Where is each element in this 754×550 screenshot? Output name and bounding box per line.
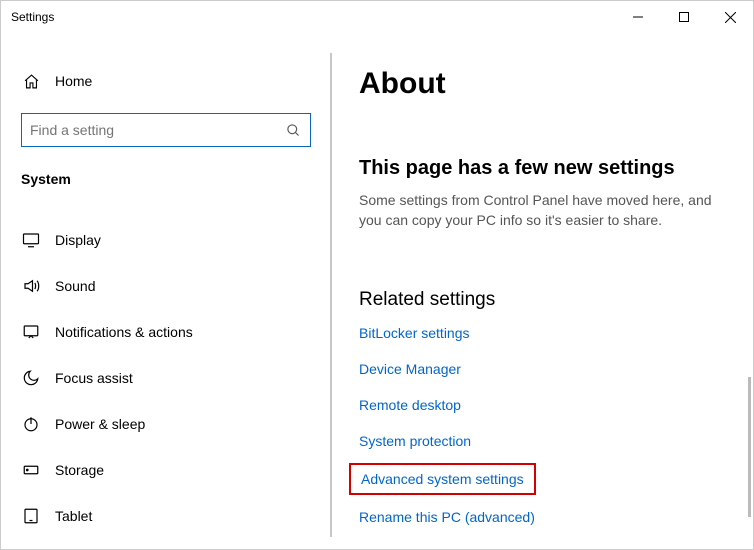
sidebar-item-focus-assist[interactable]: Focus assist (21, 355, 311, 401)
search-input-container[interactable] (21, 113, 311, 147)
search-icon (284, 123, 302, 138)
link-system-protection[interactable]: System protection (359, 433, 471, 449)
window-body: Home System Display (1, 33, 753, 549)
sidebar-item-label: Storage (55, 462, 104, 478)
related-settings-heading: Related settings (359, 289, 725, 311)
sound-icon (21, 277, 41, 295)
settings-window: Settings Home Syste (0, 0, 754, 550)
sidebar-item-label: Notifications & actions (55, 324, 193, 340)
display-icon (21, 231, 41, 249)
home-icon (21, 73, 41, 90)
storage-icon (21, 461, 41, 479)
close-icon (725, 12, 736, 23)
sidebar-item-label: Focus assist (55, 370, 133, 386)
sidebar: Home System Display (1, 33, 331, 549)
sidebar-item-storage[interactable]: Storage (21, 447, 311, 493)
tablet-icon (21, 507, 41, 525)
sidebar-nav: Display Sound Notifications & actions (21, 217, 311, 539)
link-advanced-system-settings[interactable]: Advanced system settings (349, 463, 536, 495)
minimize-button[interactable] (615, 1, 661, 33)
focus-assist-icon (21, 369, 41, 387)
link-remote-desktop[interactable]: Remote desktop (359, 397, 461, 413)
link-bitlocker-settings[interactable]: BitLocker settings (359, 325, 470, 341)
power-icon (21, 415, 41, 433)
sidebar-item-power-sleep[interactable]: Power & sleep (21, 401, 311, 447)
sub-description: Some settings from Control Panel have mo… (359, 190, 725, 231)
sidebar-item-tablet[interactable]: Tablet (21, 493, 311, 539)
link-device-manager[interactable]: Device Manager (359, 361, 461, 377)
sidebar-item-notifications[interactable]: Notifications & actions (21, 309, 311, 355)
close-button[interactable] (707, 1, 753, 33)
related-links: BitLocker settings Device Manager Remote… (359, 325, 725, 525)
notifications-icon (21, 323, 41, 341)
section-label-system: System (21, 171, 311, 187)
page-title: About (359, 67, 725, 101)
maximize-icon (679, 12, 689, 22)
main-content: About This page has a few new settings S… (331, 33, 753, 549)
home-label: Home (55, 73, 92, 89)
minimize-icon (633, 12, 643, 22)
maximize-button[interactable] (661, 1, 707, 33)
sidebar-item-label: Sound (55, 278, 95, 294)
sidebar-item-label: Display (55, 232, 101, 248)
window-title: Settings (11, 10, 54, 24)
home-nav[interactable]: Home (21, 61, 311, 101)
link-rename-this-pc[interactable]: Rename this PC (advanced) (359, 509, 535, 525)
sidebar-item-sound[interactable]: Sound (21, 263, 311, 309)
titlebar: Settings (1, 1, 753, 33)
sub-heading: This page has a few new settings (359, 157, 725, 180)
search-input[interactable] (30, 122, 284, 138)
sidebar-item-label: Tablet (55, 508, 92, 524)
sidebar-item-label: Power & sleep (55, 416, 145, 432)
sidebar-item-display[interactable]: Display (21, 217, 311, 263)
scrollbar[interactable] (748, 377, 751, 517)
